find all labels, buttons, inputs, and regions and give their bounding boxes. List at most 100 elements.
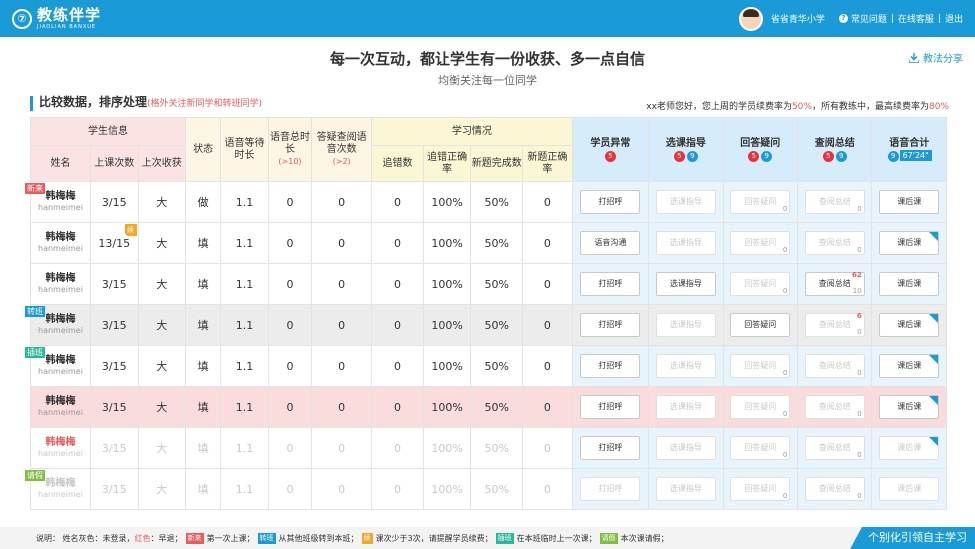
share-label: 教法分享 [923,54,963,65]
after-class-button[interactable]: 课后课 [879,436,940,460]
logo-icon: ⑦ [12,8,32,29]
wrong-rate-cell: 100% [422,468,472,510]
greet-button[interactable]: 打招呼 [580,354,641,378]
wrong-cell: 0 [371,468,424,510]
table-row: 插班 韩梅梅 hanmeimei 3/15 大填 1.1 0 0 0 100% 50% 0 打招呼 选课指… [25,345,947,387]
answer-question-button[interactable]: 回答疑问 0 [730,231,791,255]
new-rate-cell: 0 [522,263,573,305]
classes-cell: 3/15 [89,345,139,387]
new-done-cell: 50% [470,345,524,387]
section-note: (格外关注新同学和转班同学) [147,99,263,109]
after-class-button[interactable]: 课后课 [879,354,940,378]
wrong-rate-cell: 100% [422,263,472,305]
after-class-button[interactable]: 课后课 [879,313,940,337]
review-button[interactable]: 查阅总结 0 [804,436,865,460]
wrong-cell: 0 [371,222,424,264]
answer-question-button[interactable]: 回答疑问 0 [730,272,791,296]
status-cell: 填 [185,222,222,264]
col-last-gain: 上次收获 [137,145,187,182]
voice-total-cell: 0 [267,468,313,510]
support-link[interactable]: 在线客服 [898,12,934,25]
review-button[interactable]: 查阅总结 0 [804,395,865,419]
student-pinyin: hanmeimei [38,285,83,294]
new-done-cell: 50% [470,468,524,510]
student-pinyin: hanmeimei [38,203,83,212]
classes-cell: 3/15 [89,427,139,469]
wrong-rate-cell: 100% [422,304,472,346]
greet-button[interactable]: 打招呼 [580,477,641,501]
legend-transfer-tag: 转班 [257,532,276,544]
app-logo[interactable]: ⑦ 教练伴学 JIAOLIAN BANXUE [12,7,101,30]
course-guide-button[interactable]: 选课指导 [655,477,716,501]
course-guide-button[interactable]: 选课指导 [655,395,716,419]
student-name-cell[interactable]: 插班 韩梅梅 hanmeimei [25,345,91,387]
greet-button[interactable]: 打招呼 [580,395,641,419]
continue-tag: 续 [124,224,137,236]
review-button[interactable]: 查阅总结 6 0 [804,312,865,337]
share-button[interactable]: 教法分享 [909,50,963,65]
review-button[interactable]: 查阅总结 62 10 [804,271,865,296]
student-name-cell[interactable]: 韩梅梅 hanmeimei [30,222,91,264]
answer-question-button[interactable]: 回答疑问 0 [730,395,791,419]
voice-wait-cell: 1.1 [220,222,269,264]
course-guide-button[interactable]: 选课指导 [655,231,716,255]
after-class-button[interactable]: 课后课 [879,395,940,419]
course-guide-button[interactable]: 选课指导 [655,272,716,296]
answer-question-button[interactable]: 回答疑问 [730,313,791,337]
course-guide-button[interactable]: 选课指导 [655,313,716,337]
legend-continue-tag: 续 [361,532,373,544]
student-name-cell[interactable]: 韩梅梅 hanmeimei [30,263,91,305]
avatar[interactable] [738,6,763,31]
course-guide-button[interactable]: 选课指导 [655,354,716,378]
student-name-cell[interactable]: 转班 韩梅梅 hanmeimei [25,304,91,346]
wrong-rate-cell: 100% [422,427,472,469]
student-name-cell[interactable]: 请假 韩梅梅 hanmeimei [25,468,91,510]
answer-question-button[interactable]: 回答疑问 0 [730,354,791,378]
greet-button[interactable]: 打招呼 [580,436,641,460]
logout-link[interactable]: 退出 [945,12,963,25]
school-name: 省省青华小学 [770,15,825,25]
student-name: 韩梅梅 [45,396,76,407]
after-class-button[interactable]: 课后课 [879,190,940,214]
help-link[interactable]: 常见问题 [851,12,887,25]
new-done-cell: 50% [470,427,524,469]
after-class-button[interactable]: 课后课 [879,272,940,296]
review-button[interactable]: 查阅总结 0 [804,231,865,255]
user-area: 省省青华小学 ? 常见问题 | 在线客服 | 退出 [738,0,963,37]
student-name-cell[interactable]: 韩梅梅 hanmeimei [30,386,91,428]
new-rate-cell: 0 [522,468,573,510]
student-name-cell[interactable]: 韩梅梅 hanmeimei [30,427,91,469]
course-guide-button[interactable]: 选课指导 [655,190,716,214]
section-title: 比较数据，排序处理(格外关注新同学和转班同学) [30,96,262,111]
wrong-rate-cell: 100% [422,181,472,223]
student-name-cell[interactable]: 新来 韩梅梅 hanmeimei [25,181,91,223]
course-guide-button[interactable]: 选课指导 [655,436,716,460]
answer-question-button[interactable]: 回答疑问 0 [730,190,791,214]
review-button[interactable]: 查阅总结 0 [804,477,865,501]
divider: | [937,13,941,24]
top-bar: ⑦ 教练伴学 JIAOLIAN BANXUE 省省青华小学 ? 常见问题 | 在… [0,0,975,37]
review-button[interactable]: 查阅总结 0 [804,190,865,214]
voice-total-cell: 0 [267,222,313,264]
new-rate-cell: 0 [522,222,573,264]
voice-total-cell: 0 [267,427,313,469]
answer-count-cell: 0 [311,386,373,428]
wrong-cell: 0 [371,427,424,469]
greet-button[interactable]: 打招呼 [580,272,641,296]
wrong-cell: 0 [371,304,424,346]
classes-cell: 3/15 [89,304,139,346]
slogan-banner: 个别化引领自主学习 [850,527,975,549]
after-class-button[interactable]: 课后课 [879,477,940,501]
new-done-cell: 50% [470,304,524,346]
review-button[interactable]: 查阅总结 0 [804,354,865,378]
wrong-rate-cell: 100% [422,222,472,264]
answer-question-button[interactable]: 回答疑问 0 [730,436,791,460]
student-name: 韩梅梅 [45,232,76,243]
answer-question-button[interactable]: 回答疑问 0 [730,477,791,501]
voice-wait-cell: 1.1 [220,468,269,510]
col-wrong-rate: 追错正确率 [422,145,472,182]
after-class-button[interactable]: 课后课 [879,231,940,255]
greet-button[interactable]: 打招呼 [580,313,641,337]
greet-button[interactable]: 打招呼 [580,190,641,214]
greet-button[interactable]: 语音沟通 [580,231,641,255]
